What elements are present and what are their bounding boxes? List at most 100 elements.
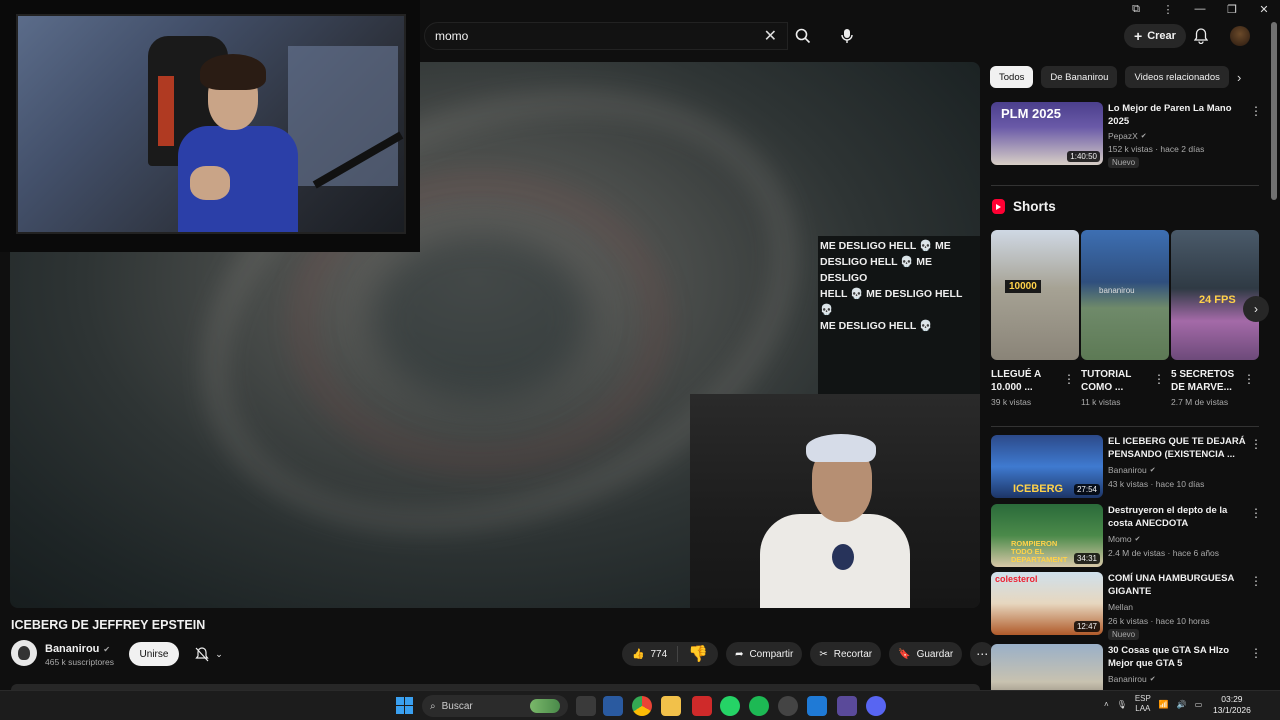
kebab-menu-icon[interactable]: ⋮ [1250, 104, 1262, 118]
chrome-icon[interactable] [632, 696, 652, 716]
subscription-notifications-button[interactable]: ⌄ [186, 642, 232, 666]
kebab-menu-icon[interactable]: ⋮ [1243, 372, 1255, 386]
minimize-icon[interactable]: — [1184, 0, 1216, 18]
game-icon[interactable] [837, 696, 857, 716]
clock-time: 03:29 [1221, 694, 1243, 704]
create-button[interactable]: + Crear [1124, 24, 1186, 48]
extensions-icon[interactable]: ⧉ [1120, 0, 1152, 18]
chip-related[interactable]: Videos relacionados [1125, 66, 1229, 88]
short-thumbnail[interactable]: bananirou [1081, 230, 1169, 360]
video-channel-text: PepazX [1108, 131, 1138, 141]
kebab-menu-icon[interactable]: ⋮ [1153, 372, 1165, 386]
recommended-video[interactable]: ROMPIERON TODO EL DEPARTAMENT 34:31 Dest… [991, 504, 1263, 568]
video-channel-text: Bananirou [1108, 674, 1147, 684]
file-explorer-icon[interactable] [661, 696, 681, 716]
channel-avatar[interactable] [11, 640, 37, 666]
thumbnail-text: ROMPIERON TODO EL DEPARTAMENT [1011, 539, 1068, 564]
kebab-menu-icon[interactable]: ⋮ [1152, 0, 1184, 18]
notifications-button[interactable] [1190, 25, 1212, 47]
video-meta: 26 k vistas · hace 10 horas [1108, 616, 1210, 626]
video-duration: 27:54 [1073, 484, 1100, 495]
voice-search-button[interactable] [832, 22, 862, 50]
vscode-icon[interactable] [807, 696, 827, 716]
battery-icon[interactable]: ▭ [1195, 700, 1203, 709]
account-avatar[interactable] [1230, 26, 1250, 46]
discord-icon[interactable] [866, 696, 886, 716]
video-actions: 👍 774 👎 ➦ Compartir ✂ Recortar 🔖 Guardar… [622, 642, 995, 666]
join-button[interactable]: Unirse [129, 642, 179, 666]
clear-search-icon[interactable]: ✕ [764, 26, 777, 46]
short-item[interactable]: 10000 LLEGUÉ A 10.000 ... 39 k vistas ⋮ [991, 230, 1079, 407]
short-thumbnail[interactable]: 24 FPS [1171, 230, 1259, 360]
page-scrollbar[interactable] [1271, 22, 1277, 200]
verified-icon: ✔ [1149, 467, 1156, 474]
search-input[interactable]: momo ✕ [424, 22, 788, 50]
recommended-video[interactable]: PLM 2025 1:40:50 Lo Mejor de Paren La Ma… [991, 102, 1263, 168]
window-controls: ⧉ ⋮ — ❐ ✕ [420, 0, 1280, 18]
channel-avatar-figure [18, 646, 30, 660]
short-thumbnail[interactable]: 10000 [991, 230, 1079, 360]
thumbs-down-icon: 👎 [688, 646, 709, 663]
windows-start-icon[interactable] [396, 697, 413, 714]
app-red-icon[interactable] [692, 696, 712, 716]
chip-from-channel[interactable]: De Bananirou [1041, 66, 1118, 88]
short-views: 39 k vistas [991, 397, 1032, 407]
recommended-video[interactable]: ICEBERG 27:54 EL ICEBERG QUE TE DEJARÁ P… [991, 435, 1263, 499]
short-views: 2.7 M de vistas [1171, 397, 1229, 407]
share-button[interactable]: ➦ Compartir [726, 642, 803, 666]
recommended-video[interactable]: colesterol 12:47 COMÍ UNA HAMBURGUESA GI… [991, 572, 1263, 640]
like-dislike-group: 👍 774 👎 [622, 642, 719, 666]
dislike-button[interactable]: 👎 [678, 644, 718, 664]
store-icon[interactable] [603, 696, 623, 716]
volume-icon[interactable]: 🔊 [1177, 700, 1187, 709]
short-item[interactable]: 24 FPS 5 SECRETOS DE MARVE... 2.7 M de v… [1171, 230, 1259, 407]
search-button[interactable] [788, 22, 818, 50]
video-webcam-inset [690, 394, 980, 608]
video-thumbnail[interactable]: ROMPIERON TODO EL DEPARTAMENT 34:31 [991, 504, 1103, 567]
close-window-icon[interactable]: ✕ [1248, 0, 1280, 18]
short-title: 5 SECRETOS DE MARVE... [1171, 369, 1235, 393]
bell-off-icon [195, 646, 209, 661]
kebab-menu-icon[interactable]: ⋮ [1250, 506, 1262, 520]
video-channel: Bananirou ✔ [1108, 674, 1156, 684]
overlay-line: ME DESLIGO HELL 💀 ME [820, 240, 951, 252]
video-thumbnail[interactable]: PLM 2025 1:40:50 [991, 102, 1103, 165]
video-channel-text: Momo [1108, 534, 1132, 544]
short-views: 11 k vistas [1081, 397, 1121, 407]
kebab-menu-icon[interactable]: ⋮ [1063, 372, 1075, 386]
settings-icon[interactable] [778, 696, 798, 716]
verified-icon: ✔ [1140, 133, 1147, 140]
language-code: ESP [1134, 694, 1151, 703]
chip-all[interactable]: Todos [990, 66, 1034, 88]
taskbar-search[interactable]: ⌕ Buscar [422, 695, 568, 717]
kebab-menu-icon[interactable]: ⋮ [1250, 437, 1262, 451]
short-overlay: bananirou [1099, 286, 1135, 295]
short-item[interactable]: bananirou TUTORIAL COMO ... 11 k vistas … [1081, 230, 1169, 407]
shorts-next-button[interactable]: › [1243, 296, 1269, 322]
verified-icon: ✔ [1149, 676, 1156, 683]
save-button[interactable]: 🔖 Guardar [889, 642, 963, 666]
like-button[interactable]: 👍 774 [622, 646, 679, 662]
chevron-up-icon[interactable]: ˄ [1104, 700, 1109, 709]
video-title: EL ICEBERG QUE TE DEJARÁ PENSANDO (EXIST… [1108, 436, 1246, 460]
video-thumbnail[interactable]: ICEBERG 27:54 [991, 435, 1103, 498]
share-icon: ➦ [735, 648, 744, 660]
clock-date: 13/1/2026 [1213, 705, 1251, 715]
tray-mic-icon[interactable]: 🎙 [1117, 700, 1127, 709]
wifi-icon[interactable]: 📶 [1159, 700, 1169, 709]
clip-button[interactable]: ✂ Recortar [810, 642, 882, 666]
chevron-right-icon[interactable]: › [1237, 70, 1241, 85]
save-label: Guardar [916, 648, 954, 660]
video-thumbnail[interactable]: colesterol 12:47 [991, 572, 1103, 635]
spotify-icon[interactable] [749, 696, 769, 716]
microphone-icon [841, 29, 853, 43]
whatsapp-icon[interactable] [720, 696, 740, 716]
channel-name[interactable]: Bananirou ✔ [45, 643, 110, 655]
thumbs-up-icon: 👍 [632, 648, 645, 660]
language-indicator[interactable]: ESP LAA [1135, 694, 1151, 714]
restore-icon[interactable]: ❐ [1216, 0, 1248, 18]
kebab-menu-icon[interactable]: ⋮ [1250, 574, 1262, 588]
task-view-icon[interactable] [576, 696, 596, 716]
taskbar-clock[interactable]: 03:29 13/1/2026 [1213, 694, 1251, 716]
kebab-menu-icon[interactable]: ⋮ [1250, 646, 1262, 660]
